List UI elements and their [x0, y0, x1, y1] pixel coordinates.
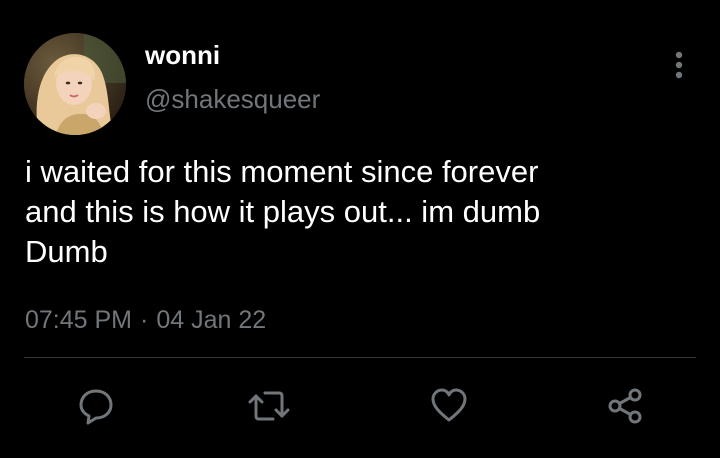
more-vertical-icon: [675, 51, 683, 79]
tweet-date: 04 Jan 22: [156, 306, 267, 334]
retweet-icon: [248, 391, 290, 421]
reply-icon: [79, 389, 113, 425]
tweet-text-line: Dumb: [25, 234, 108, 269]
tweet-time: 07:45 PM: [25, 306, 133, 334]
reply-button[interactable]: [74, 384, 118, 428]
tweet-timestamp[interactable]: 07:45 PM · 04 Jan 22: [25, 305, 266, 335]
avatar[interactable]: [24, 33, 126, 135]
share-button[interactable]: [603, 384, 647, 428]
share-icon: [608, 388, 642, 424]
like-button[interactable]: [427, 384, 471, 428]
divider: [24, 357, 696, 358]
meta-separator: ·: [140, 306, 149, 334]
tweet-text-line: and this is how it plays out... im dumb: [25, 194, 541, 229]
display-name[interactable]: wonni: [145, 40, 220, 70]
tweet-text-line: i waited for this moment since forever: [25, 154, 539, 189]
tweet-text: i waited for this moment since forever a…: [25, 152, 695, 272]
heart-icon: [431, 388, 467, 422]
retweet-button[interactable]: [247, 384, 291, 428]
tweet-card: wonni @shakesqueer i waited for this mom…: [0, 0, 720, 458]
more-options-button[interactable]: [662, 46, 696, 84]
user-handle[interactable]: @shakesqueer: [145, 84, 320, 114]
